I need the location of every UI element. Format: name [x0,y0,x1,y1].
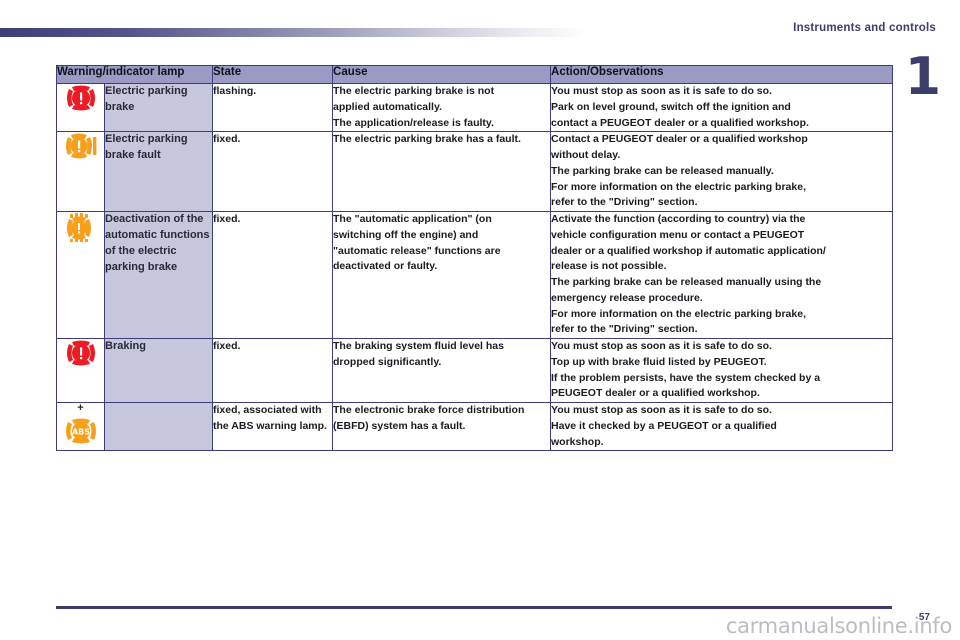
lamp-cause-cell: The electric parking brake is not applied… [332,82,552,133]
cause-line: The electric parking brake has a fault. [333,133,521,146]
action-line: If the problem persists, have the system… [551,371,821,384]
action-line: Have it checked by a PEUGEOT or a qualif… [551,419,777,432]
action-line: You must stop as soon as it is safe to d… [551,340,772,352]
cause-line: The application/release is faulty. [333,116,494,129]
parking-brake-fault-amber-icon [64,132,98,160]
action-line: For more information on the electric par… [551,307,806,320]
action-line: For more information on the electric par… [551,180,806,193]
lamp-state-cell: fixed. [212,338,334,403]
lamp-icon-cell [56,338,105,403]
footer-rule [56,606,892,609]
action-line: Activate the function (according to coun… [551,213,806,225]
column-header-state: State [212,65,334,84]
plus-icon: + [77,402,84,414]
watermark: carmanualsonline.info [725,614,952,638]
action-line: Park on level ground, switch off the ign… [551,100,791,113]
lamp-icon-cell: + ABS [56,401,105,452]
lamp-name-cell: Deactivation of the automatic functions … [103,211,214,339]
cause-line: The electric parking brake is not [333,85,495,97]
running-head-title: Instruments and controls [793,22,936,34]
lamp-state-cell: fixed. [212,131,334,212]
lamp-state-cell: fixed, associated with the ABS warning l… [212,401,334,452]
table-row: Braking fixed. The braking system fluid le… [56,338,894,403]
table-row: Electric parking brake flashing. The elect… [56,82,894,133]
lamp-name-cell: Braking [103,338,214,403]
column-header-cause: Cause [332,65,552,84]
lamp-cause-cell: The "automatic application" (on switching… [332,211,552,339]
table-header-row: Warning/indicator lamp State Cause Actio… [55,65,894,84]
action-line: without delay. [551,149,621,161]
action-line: refer to the "Driving" section. [551,196,698,209]
action-line: PEUGEOT dealer or a qualified workshop. [551,387,760,400]
action-line: Contact a PEUGEOT dealer or a qualified … [551,133,808,146]
lamp-icon-cell [56,131,105,212]
cause-line: The braking system fluid level has [333,340,504,352]
cause-line: dropped significantly. [333,355,442,368]
action-line: The parking brake can be released manual… [551,276,822,288]
action-line: refer to the "Driving" section. [551,323,698,336]
lamp-action-cell: You must stop as soon as it is safe to d… [550,401,894,452]
action-line: emergency release procedure. [551,291,703,304]
cause-line: "automatic release" functions are [333,244,501,257]
chapter-number: 1 [904,47,942,107]
lamp-action-cell: You must stop as soon as it is safe to d… [550,338,894,403]
braking-red-icon [64,339,98,367]
cause-line: The electronic brake force distribution [333,404,525,416]
action-line: The parking brake can be released manual… [551,164,774,177]
cause-line: (EBFD) system has a fault. [333,419,466,432]
lamp-icon-cell [56,82,105,133]
svg-text:ABS: ABS [71,428,89,437]
table-body: Electric parking brake flashing. The elect… [56,82,894,452]
action-line: dealer or a qualified workshop if automa… [551,244,826,257]
cause-line: The "automatic application" (on [333,213,492,225]
lamp-action-cell: Activate the function (according to coun… [550,211,894,339]
lamp-name-cell: Electric parking brake [103,82,214,133]
parking-brake-red-icon [64,84,98,112]
action-line: You must stop as soon as it is safe to d… [551,85,772,97]
action-line: workshop. [551,435,604,448]
action-line: Top up with brake fluid listed by PEUGEO… [551,355,767,368]
warning-lamp-table: Warning/indicator lamp State Cause Actio… [55,65,894,452]
table-header: Warning/indicator lamp State Cause Actio… [55,65,894,84]
lamp-action-cell: Contact a PEUGEOT dealer or a qualified … [550,131,894,212]
lamp-name-cell: Electric parking brake fault [103,131,214,212]
table-row: Electric parking brake fault fixed. The el… [56,131,894,212]
cause-line: applied automatically. [333,100,442,113]
action-line: contact a PEUGEOT dealer or a qualified … [551,116,809,129]
action-line: vehicle configuration menu or contact a … [551,228,805,241]
lamp-name-cell [103,401,214,452]
lamp-icon-cell [56,211,105,339]
lamp-state-cell: fixed. [212,211,334,339]
action-line: release is not possible. [551,260,667,273]
table-row: Deactivation of the automatic functions … [56,211,894,339]
lamp-state-cell: flashing. [212,82,334,133]
chapter-tab: 1 [904,44,942,110]
lamp-cause-cell: The braking system fluid level has droppe… [332,338,552,403]
cause-line: switching off the engine) and [333,228,479,241]
abs-amber-icon: ABS [64,417,98,445]
lamp-action-cell: You must stop as soon as it is safe to d… [550,82,894,133]
parking-brake-auto-deactivated-amber-icon [64,212,98,242]
action-line: You must stop as soon as it is safe to d… [551,404,772,416]
column-header-lamp: Warning/indicator lamp [55,65,214,84]
cause-line: deactivated or faulty. [333,260,438,273]
column-header-action: Action/Observations [550,65,894,84]
lamp-cause-cell: The electronic brake force distribution (… [332,401,552,452]
table-row: + ABS fixed, associated with the ABS war… [56,401,894,452]
lamp-cause-cell: The electric parking brake has a fault. [332,131,552,212]
header-gradient-band [0,28,585,37]
